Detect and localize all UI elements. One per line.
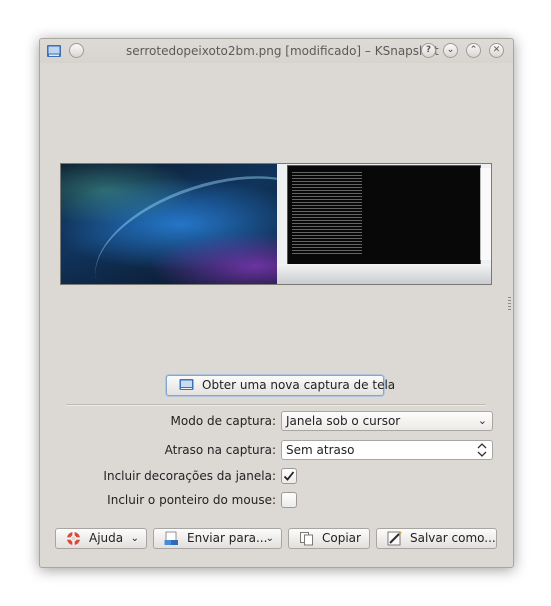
capture-mode-label: Modo de captura: xyxy=(170,414,277,428)
save-as-label: Salvar como... xyxy=(410,531,496,545)
copy-label: Copiar xyxy=(322,531,361,545)
new-capture-button[interactable]: Obter uma nova captura de tela xyxy=(166,375,395,396)
preview-second-screen xyxy=(277,164,491,284)
ksnapshot-icon xyxy=(179,379,194,390)
separator xyxy=(66,404,486,406)
chevron-down-icon: ⌄ xyxy=(130,533,139,544)
app-menu-icon[interactable] xyxy=(46,43,62,59)
check-mark-icon xyxy=(283,471,295,481)
help-label: Ajuda xyxy=(89,531,124,545)
preview-terminal-window xyxy=(287,165,481,265)
preview-sidebar xyxy=(480,168,491,260)
edit-copy-icon xyxy=(300,532,313,546)
spin-arrows-icon[interactable] xyxy=(477,442,487,458)
new-capture-label: Obter uma nova captura de tela xyxy=(202,378,396,392)
include-decorations-label: Incluir decorações da janela: xyxy=(103,469,276,483)
send-to-button[interactable]: Enviar para... ⌄ xyxy=(153,528,282,549)
document-save-as-icon xyxy=(387,531,402,546)
capture-mode-select[interactable]: Janela sob o cursor ⌄ xyxy=(281,411,493,431)
include-decorations-checkbox[interactable] xyxy=(281,468,297,484)
preview-taskbar xyxy=(277,264,491,284)
help-lifebuoy-icon xyxy=(67,532,80,545)
save-as-button[interactable]: Salvar como... xyxy=(376,528,497,549)
delay-spinbox[interactable]: Sem atraso xyxy=(281,440,493,460)
close-button[interactable]: ✕ xyxy=(489,43,504,58)
capture-mode-value: Janela sob o cursor xyxy=(286,414,401,428)
document-send-icon xyxy=(164,531,178,545)
copy-button[interactable]: Copiar xyxy=(288,528,370,549)
send-to-label: Enviar para... xyxy=(187,531,268,545)
delay-value: Sem atraso xyxy=(286,443,355,457)
preview-terminal-text xyxy=(292,170,362,256)
include-pointer-label: Incluir o ponteiro do mouse: xyxy=(107,493,276,507)
window-title: serrotedopeixoto2bm.png [modificado] – K… xyxy=(126,44,439,58)
chevron-down-icon: ⌄ xyxy=(477,414,487,427)
preview-desktop-wallpaper xyxy=(61,164,345,284)
delay-label: Atraso na captura: xyxy=(164,443,276,457)
minimize-button[interactable]: ⌄ xyxy=(443,43,458,58)
include-pointer-checkbox[interactable] xyxy=(281,492,297,508)
screenshot-preview[interactable] xyxy=(60,163,492,285)
help-title-button[interactable]: ? xyxy=(421,43,436,58)
on-all-desktops-button[interactable] xyxy=(69,43,84,58)
help-button[interactable]: Ajuda ⌄ xyxy=(55,528,147,549)
resize-grip[interactable] xyxy=(508,297,511,311)
title-bar[interactable]: serrotedopeixoto2bm.png [modificado] – K… xyxy=(40,39,513,63)
maximize-button[interactable]: ⌃ xyxy=(466,43,481,58)
ksnapshot-window: serrotedopeixoto2bm.png [modificado] – K… xyxy=(39,38,514,568)
chevron-down-icon: ⌄ xyxy=(265,533,274,544)
